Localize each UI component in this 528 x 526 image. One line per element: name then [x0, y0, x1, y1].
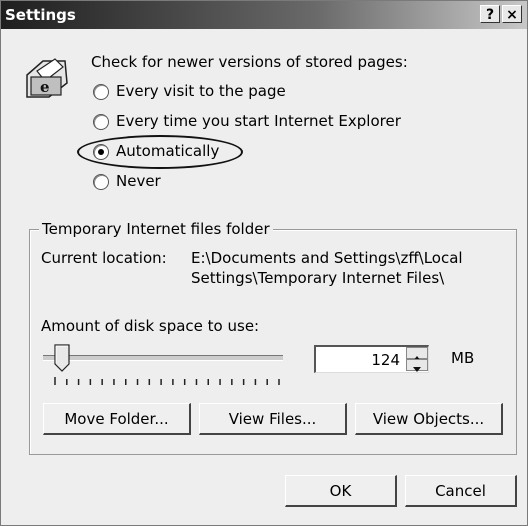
title-bar[interactable]: Settings ? × — [1, 1, 527, 29]
location-label: Current location: — [41, 249, 167, 267]
move-folder-button[interactable]: Move Folder... — [43, 403, 191, 435]
chevron-down-icon — [413, 367, 421, 372]
radio-every-start[interactable] — [93, 114, 109, 130]
help-icon: ? — [485, 7, 495, 23]
help-button[interactable]: ? — [480, 5, 500, 23]
highlight-ellipse — [77, 135, 243, 169]
option-label-every-start[interactable]: Every time you start Internet Explorer — [116, 112, 401, 130]
radio-never[interactable] — [93, 174, 109, 190]
location-path-line2: Settings\Temporary Internet Files\ — [191, 269, 445, 287]
radio-every-visit[interactable] — [93, 84, 109, 100]
close-icon: × — [506, 7, 518, 23]
close-button[interactable]: × — [502, 5, 522, 23]
disk-space-spinbox[interactable]: 124 — [314, 345, 429, 373]
disk-space-slider-track[interactable] — [43, 355, 283, 361]
cancel-button[interactable]: Cancel — [405, 475, 517, 507]
disk-space-value[interactable]: 124 — [371, 351, 400, 369]
disk-space-slider-thumb[interactable] — [54, 344, 70, 372]
unit-label: MB — [451, 349, 475, 367]
settings-dialog: Settings ? × e Check for newer versions … — [0, 0, 528, 526]
group-title: Temporary Internet files folder — [39, 220, 273, 238]
spin-up-button[interactable] — [406, 347, 428, 361]
option-label-every-visit[interactable]: Every visit to the page — [116, 82, 286, 100]
disk-space-label: Amount of disk space to use: — [41, 317, 260, 335]
view-objects-button[interactable]: View Objects... — [355, 403, 503, 435]
ie-page-icon: e — [26, 58, 68, 98]
slider-ticks — [54, 377, 280, 385]
spin-arrows — [406, 347, 428, 372]
spin-down-button[interactable] — [406, 359, 428, 372]
view-files-button[interactable]: View Files... — [199, 403, 347, 435]
dialog-title: Settings — [5, 6, 76, 24]
check-prompt: Check for newer versions of stored pages… — [91, 53, 408, 71]
option-label-never[interactable]: Never — [116, 172, 161, 190]
svg-text:e: e — [40, 78, 50, 96]
location-path-line1: E:\Documents and Settings\zff\Local — [191, 249, 463, 267]
ok-button[interactable]: OK — [285, 475, 397, 507]
